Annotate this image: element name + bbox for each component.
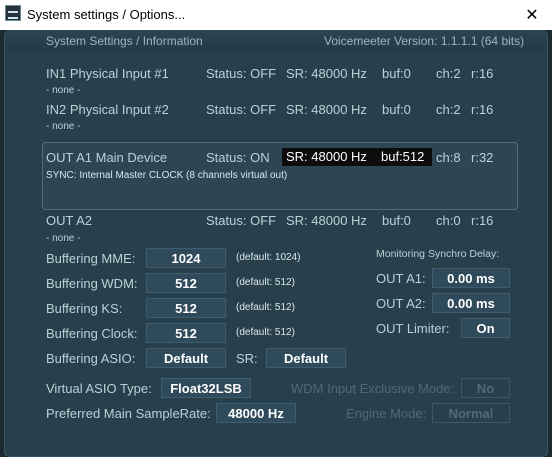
close-icon: ✕ xyxy=(525,7,539,24)
r-a1: r:32 xyxy=(471,150,494,165)
buffering-wdm-button[interactable]: 512 xyxy=(146,273,226,293)
buffering-clock-label: Buffering Clock: xyxy=(46,326,138,341)
buf-in1: buf:0 xyxy=(382,66,411,81)
buffering-asio-label: Buffering ASIO: xyxy=(46,351,136,366)
sr-in2: SR: 48000 Hz xyxy=(286,102,367,117)
wdm-exclusive-label: WDM Input Exclusive Mode: xyxy=(291,381,455,396)
buffering-asio-button[interactable]: Default xyxy=(146,348,226,368)
status-a2: Status: OFF xyxy=(206,213,277,228)
out-a1-delay-button[interactable]: 0.00 ms xyxy=(432,268,510,288)
device-sub-a2: - none - xyxy=(46,233,81,244)
out-limiter-button[interactable]: On xyxy=(461,318,510,338)
voicemeeter-app-icon xyxy=(5,5,21,21)
close-button[interactable]: ✕ xyxy=(512,0,552,30)
ch-a1: ch:8 xyxy=(436,150,461,165)
ch-in1: ch:2 xyxy=(436,66,461,81)
status-in2: Status: OFF xyxy=(206,102,277,117)
buf-a1: buf:512 xyxy=(377,148,432,166)
sr-a1: SR: 48000 Hz xyxy=(282,148,377,166)
asio-sr-button[interactable]: Default xyxy=(266,348,346,368)
buffering-mme-button[interactable]: 1024 xyxy=(146,248,226,268)
wdm-exclusive-button[interactable]: No xyxy=(461,378,510,398)
buffering-mme-label: Buffering MME: xyxy=(46,251,136,266)
settings-panel: System Settings / Information Voicemeete… xyxy=(4,30,548,457)
buffering-clock-default: (default: 512) xyxy=(236,327,295,338)
version-text: Voicemeeter Version: 1.1.1.1 (64 bits) xyxy=(324,34,525,48)
r-a2: r:16 xyxy=(471,213,494,228)
r-in2: r:16 xyxy=(471,102,494,117)
buffering-clock-button[interactable]: 512 xyxy=(146,323,226,343)
out-limiter-label: OUT Limiter: xyxy=(376,321,450,336)
out-a2-delay-button[interactable]: 0.00 ms xyxy=(432,293,510,313)
virtual-asio-label: Virtual ASIO Type: xyxy=(46,381,152,396)
asio-sr-label: SR: xyxy=(236,351,258,366)
samplerate-button[interactable]: 48000 Hz xyxy=(216,403,296,423)
buf-in2: buf:0 xyxy=(382,102,411,117)
sr-in1: SR: 48000 Hz xyxy=(286,66,367,81)
status-in1: Status: OFF xyxy=(206,66,277,81)
virtual-asio-button[interactable]: Float32LSB xyxy=(161,378,251,398)
out-a1-delay-label: OUT A1: xyxy=(376,271,426,286)
ch-in2: ch:2 xyxy=(436,102,461,117)
device-name-in2: IN2 Physical Input #2 xyxy=(46,102,169,117)
engine-mode-label: Engine Mode: xyxy=(346,406,427,421)
sr-a2: SR: 48000 Hz xyxy=(286,213,367,228)
samplerate-label: Preferred Main SampleRate: xyxy=(46,406,211,421)
engine-mode-button[interactable]: Normal xyxy=(432,403,510,423)
monitoring-title: Monitoring Synchro Delay: xyxy=(376,248,500,260)
out-a2-delay-label: OUT A2: xyxy=(376,296,426,311)
device-sub-in1: - none - xyxy=(46,85,81,96)
status-a1: Status: ON xyxy=(206,150,270,165)
buffering-wdm-default: (default: 512) xyxy=(236,277,295,288)
r-in1: r:16 xyxy=(471,66,494,81)
device-name-a1[interactable]: OUT A1 Main Device xyxy=(46,150,167,165)
device-name-in1: IN1 Physical Input #1 xyxy=(46,66,169,81)
device-name-a2: OUT A2 xyxy=(46,213,93,228)
buf-a2: buf:0 xyxy=(382,213,411,228)
section-title: System Settings / Information xyxy=(46,34,203,48)
buffering-ks-default: (default: 512) xyxy=(236,302,295,313)
device-sub-in2: - none - xyxy=(46,121,81,132)
buffering-ks-button[interactable]: 512 xyxy=(146,298,226,318)
buffering-wdm-label: Buffering WDM: xyxy=(46,276,138,291)
ch-a2: ch:0 xyxy=(436,213,461,228)
window-title: System settings / Options... xyxy=(27,7,186,22)
buffering-mme-default: (default: 1024) xyxy=(236,252,301,263)
title-bar: System settings / Options... ✕ xyxy=(0,0,552,30)
sync-info: SYNC: Internal Master CLOCK (8 channels … xyxy=(46,170,288,181)
buffering-ks-label: Buffering KS: xyxy=(46,301,123,316)
